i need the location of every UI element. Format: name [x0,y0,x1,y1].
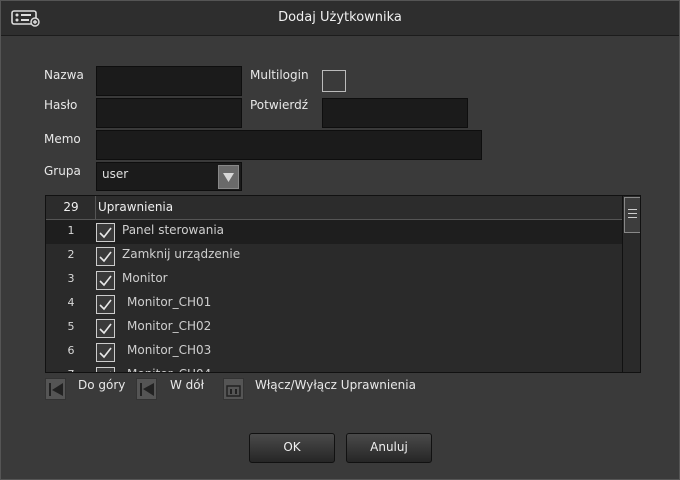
group-label: Grupa [44,164,81,178]
move-down-button[interactable] [136,378,157,400]
permission-label: Monitor_CH04 [127,367,211,372]
scrollbar-thumb[interactable] [624,197,640,233]
multilogin-label: Multilogin [250,68,309,82]
password-input[interactable] [96,98,242,128]
memo-label: Memo [44,132,81,146]
permission-row[interactable]: 5 Monitor_CH02 [46,316,622,340]
toggle-permissions-button[interactable] [223,378,244,400]
permission-row[interactable]: 7 Monitor_CH04 [46,364,622,372]
add-user-dialog: Dodaj Użytkownika Nazwa Multilogin Hasło… [0,0,680,480]
name-input[interactable] [96,66,242,96]
permissions-header-label: Uprawnienia [98,200,174,214]
multilogin-checkbox[interactable] [322,70,346,92]
checkmark-icon [99,275,112,287]
checkmark-icon [99,299,112,311]
permissions-header: 29 Uprawnienia [46,196,622,220]
permission-row[interactable]: 2 Zamknij urządzenie [46,244,622,268]
move-down-icon [140,383,154,396]
permission-label: Monitor_CH01 [127,295,212,309]
permission-row-number: 3 [67,272,75,285]
dialog-title: Dodaj Użytkownika [278,10,402,25]
permission-row[interactable]: 4 Monitor_CH01 [46,292,622,316]
toggle-permissions-label[interactable]: Włącz/Wyłącz Uprawnienia [255,378,416,392]
confirm-label: Potwierdź [250,98,309,112]
title-bar: Dodaj Użytkownika [1,1,679,36]
permission-row-number: 7 [46,368,96,372]
permission-row[interactable]: 3 Monitor [46,268,622,292]
move-up-button[interactable] [45,378,66,400]
group-select[interactable]: user [96,162,242,191]
permission-row-number: 2 [67,248,75,261]
group-selected-value: user [102,167,129,181]
permission-row-number: 5 [67,320,75,333]
permission-label: Panel sterowania [122,223,224,237]
triangle-down-icon [223,173,234,182]
move-up-icon [49,383,63,396]
permission-checkbox[interactable] [96,367,115,372]
permission-row[interactable]: 6 Monitor_CH03 [46,340,622,364]
checkmark-icon [99,227,112,239]
permission-checkbox[interactable] [96,343,115,362]
checkmark-icon [99,347,112,359]
permission-checkbox[interactable] [96,247,115,266]
permission-label: Zamknij urządzenie [122,247,241,261]
permissions-list[interactable]: 29 Uprawnienia 1 Panel sterowania 2 Zamknij… [45,195,641,373]
dropdown-button[interactable] [218,165,239,189]
header-divider [95,196,96,219]
cancel-button[interactable]: Anuluj [346,433,432,463]
ok-button[interactable]: OK [249,433,335,463]
name-label: Nazwa [44,68,84,82]
permission-label: Monitor [122,271,168,285]
confirm-password-input[interactable] [322,98,468,128]
permissions-rows: 1 Panel sterowania 2 Zamknij urządzenie 3 Mon… [46,220,622,372]
move-down-label[interactable]: W dół [170,378,204,392]
password-label: Hasło [44,98,78,112]
checkmark-icon [99,323,112,335]
toggle-icon [226,385,241,397]
permission-checkbox[interactable] [96,319,115,338]
permission-checkbox[interactable] [96,295,115,314]
permission-checkbox[interactable] [96,223,115,242]
permissions-count: 29 [63,200,79,214]
checkmark-icon [109,371,111,372]
move-up-label[interactable]: Do góry [78,378,125,392]
permission-checkbox[interactable] [96,271,115,290]
permission-row-number: 1 [67,224,75,237]
checkmark-icon [99,251,112,263]
memo-input[interactable] [96,130,482,160]
permission-row-number: 4 [67,296,75,309]
permission-row[interactable]: 1 Panel sterowania [46,220,622,244]
permission-label: Monitor_CH03 [127,343,212,357]
permission-label: Monitor_CH02 [127,319,212,333]
permission-row-number: 6 [67,344,75,357]
vertical-scrollbar[interactable] [622,196,640,372]
